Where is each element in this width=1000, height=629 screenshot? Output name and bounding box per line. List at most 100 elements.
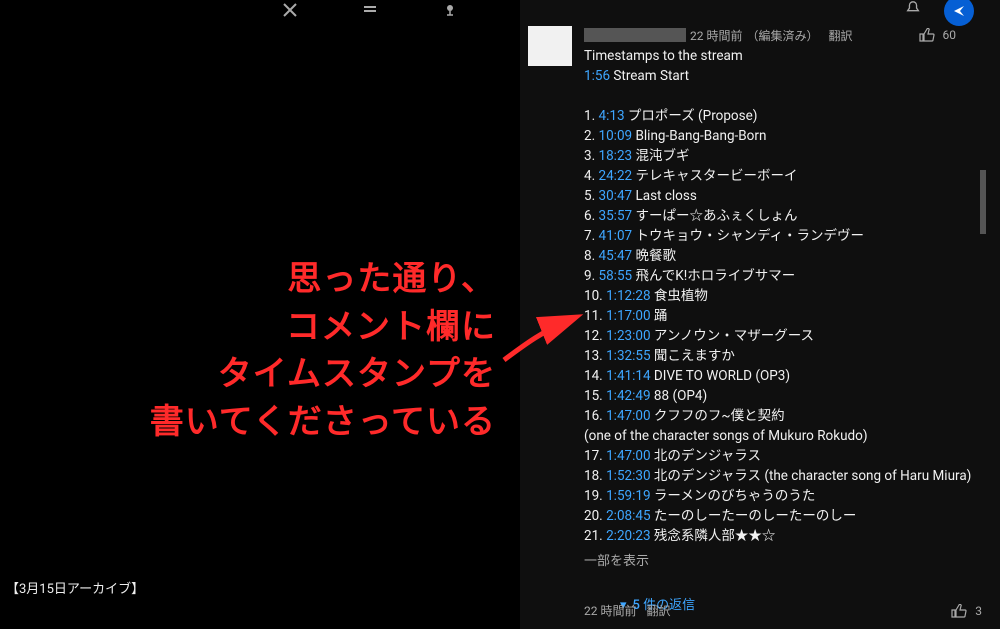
comment-intro: Timestamps to the stream: [584, 46, 982, 66]
list-item: 11. 1:17:00 踊: [584, 306, 982, 326]
secondary-comment-meta: 22 時間前 翻訳 3: [584, 602, 982, 619]
thumb-up-icon[interactable]: [951, 604, 967, 618]
list-number: 9.: [584, 268, 599, 284]
ts-label: アンノウン・マザーグース: [651, 328, 814, 344]
timestamp-link[interactable]: 1:52:30: [606, 468, 650, 484]
list-number: 5.: [584, 188, 599, 204]
ts-label: テレキャスタービーボーイ: [632, 168, 797, 184]
timestamp-link[interactable]: 1:41:14: [606, 368, 650, 384]
timestamp-link[interactable]: 1:56: [584, 68, 610, 84]
share-button[interactable]: [944, 0, 974, 26]
ts-label: 飛んでK!ホロライブサマー: [632, 268, 795, 284]
timestamp-link[interactable]: 1:17:00: [606, 308, 650, 324]
ts-label: すーぱー☆あふぇくしょん: [632, 208, 797, 224]
list-number: 4.: [584, 168, 599, 184]
timestamp-link[interactable]: 41:07: [599, 228, 633, 244]
list-item: 20. 2:08:45 たーのしーたーのしーたーのしー: [584, 506, 982, 526]
timestamp-link[interactable]: 10:09: [599, 128, 633, 144]
comment-username[interactable]: [584, 28, 686, 42]
list-item: 9. 58:55 飛んでK!ホロライブサマー: [584, 266, 982, 286]
menu-icon[interactable]: [360, 2, 380, 18]
list-item: 6. 35:57 すーぱー☆あふぇくしょん: [584, 206, 982, 226]
timestamp-link[interactable]: 4:13: [599, 108, 625, 124]
translate-button[interactable]: 翻訳: [828, 27, 852, 44]
list-item: 10. 1:12:28 食虫植物: [584, 286, 982, 306]
list-number: 11.: [584, 308, 606, 324]
list-item: 7. 41:07 トウキョウ・シャンディ・ランデヴー: [584, 226, 982, 246]
timestamp-link[interactable]: 1:47:00: [606, 408, 650, 424]
timestamp-link[interactable]: 35:57: [599, 208, 633, 224]
list-item: 1:56 Stream Start: [584, 66, 982, 86]
comment-time: 22 時間前: [690, 27, 742, 44]
timestamp-link[interactable]: 1:12:28: [606, 288, 650, 304]
ts-label: DIVE TO WORLD (OP3): [651, 368, 791, 384]
list-number: 12.: [584, 328, 606, 344]
close-icon[interactable]: [280, 2, 300, 18]
list-item: (one of the character songs of Mukuro Ro…: [584, 426, 982, 446]
list-item: 1. 4:13 プロポーズ (Propose): [584, 106, 982, 126]
list-item: 4. 24:22 テレキャスタービーボーイ: [584, 166, 982, 186]
timestamp-link[interactable]: 58:55: [599, 268, 633, 284]
list-item: 2. 10:09 Bling-Bang-Bang-Born: [584, 126, 982, 146]
mic-icon[interactable]: [440, 2, 460, 18]
ts-label: 北のデンジャラス (the character song of Haru Miu…: [651, 468, 972, 484]
list-item: 13. 1:32:55 聞こえますか: [584, 346, 982, 366]
timestamp-list: 1. 4:13 プロポーズ (Propose)2. 10:09 Bling-Ba…: [584, 106, 982, 546]
timestamp-link[interactable]: 1:23:00: [606, 328, 650, 344]
ts-label: 北のデンジャラス: [651, 448, 761, 464]
thumb-up-icon: [919, 28, 935, 42]
timestamp-link[interactable]: 1:47:00: [606, 448, 650, 464]
list-item: 15. 1:42:49 88 (OP4): [584, 386, 982, 406]
timestamp-link[interactable]: 1:32:55: [606, 348, 650, 364]
list-number: 17.: [584, 448, 606, 464]
list-item: 3. 18:23 混沌ブギ: [584, 146, 982, 166]
list-number: 6.: [584, 208, 599, 224]
list-item: 17. 1:47:00 北のデンジャラス: [584, 446, 982, 466]
ts-label: 88 (OP4): [651, 388, 708, 404]
list-number: 2.: [584, 128, 599, 144]
comments-panel: 60 22 時間前 （編集済み） 翻訳 Timestamps to the st…: [528, 0, 988, 629]
list-number: 15.: [584, 388, 606, 404]
secondary-like-count: 3: [975, 604, 982, 618]
timestamp-link[interactable]: 1:59:19: [606, 488, 650, 504]
timestamp-link[interactable]: 24:22: [599, 168, 633, 184]
timestamp-link[interactable]: 45:47: [599, 248, 633, 264]
list-item: 14. 1:41:14 DIVE TO WORLD (OP3): [584, 366, 982, 386]
ts-label: 踊: [651, 308, 668, 324]
list-number: 7.: [584, 228, 599, 244]
timestamp-link[interactable]: 1:42:49: [606, 388, 650, 404]
ts-label: 食虫植物: [651, 288, 708, 304]
list-number: 18.: [584, 468, 606, 484]
list-number: 10.: [584, 288, 606, 304]
list-number: 14.: [584, 368, 606, 384]
comment-body: Timestamps to the stream 1:56 Stream Sta…: [584, 46, 982, 616]
timestamp-link[interactable]: 30:47: [599, 188, 633, 204]
like-count: 60: [943, 28, 957, 42]
comment-edited: （編集済み）: [746, 27, 818, 44]
video-player-area: 【3月15日アーカイブ】: [0, 0, 520, 629]
secondary-translate[interactable]: 翻訳: [646, 602, 670, 619]
timestamp-link[interactable]: 2:08:45: [606, 508, 650, 524]
list-number: 3.: [584, 148, 599, 164]
list-number: 13.: [584, 348, 606, 364]
timestamp-link[interactable]: 2:20:23: [606, 528, 650, 544]
ts-label: 晩餐歌: [632, 248, 676, 264]
avatar[interactable]: [528, 26, 572, 66]
list-item: 16. 1:47:00 クフフのフ~僕と契約: [584, 406, 982, 426]
ts-label: (one of the character songs of Mukuro Ro…: [584, 428, 868, 444]
list-item: 19. 1:59:19 ラーメンのびちゃうのうた: [584, 486, 982, 506]
comment-like[interactable]: 60: [919, 28, 957, 42]
scroll-indicator: [980, 170, 986, 234]
ts-label: 混沌ブギ: [632, 148, 689, 164]
secondary-time: 22 時間前: [584, 602, 636, 619]
ts-label: たーのしーたーのしーたーのしー: [651, 508, 857, 524]
show-more-button[interactable]: 一部を表示: [584, 552, 982, 572]
comment-meta: 22 時間前 （編集済み） 翻訳: [584, 26, 853, 44]
list-item: 8. 45:47 晩餐歌: [584, 246, 982, 266]
list-number: 20.: [584, 508, 606, 524]
ts-label: クフフのフ~僕と契約: [651, 408, 785, 424]
list-item: 18. 1:52:30 北のデンジャラス (the character song…: [584, 466, 982, 486]
timestamp-link[interactable]: 18:23: [599, 148, 633, 164]
ts-label: 聞こえますか: [651, 348, 735, 364]
bell-icon[interactable]: [904, 0, 926, 16]
